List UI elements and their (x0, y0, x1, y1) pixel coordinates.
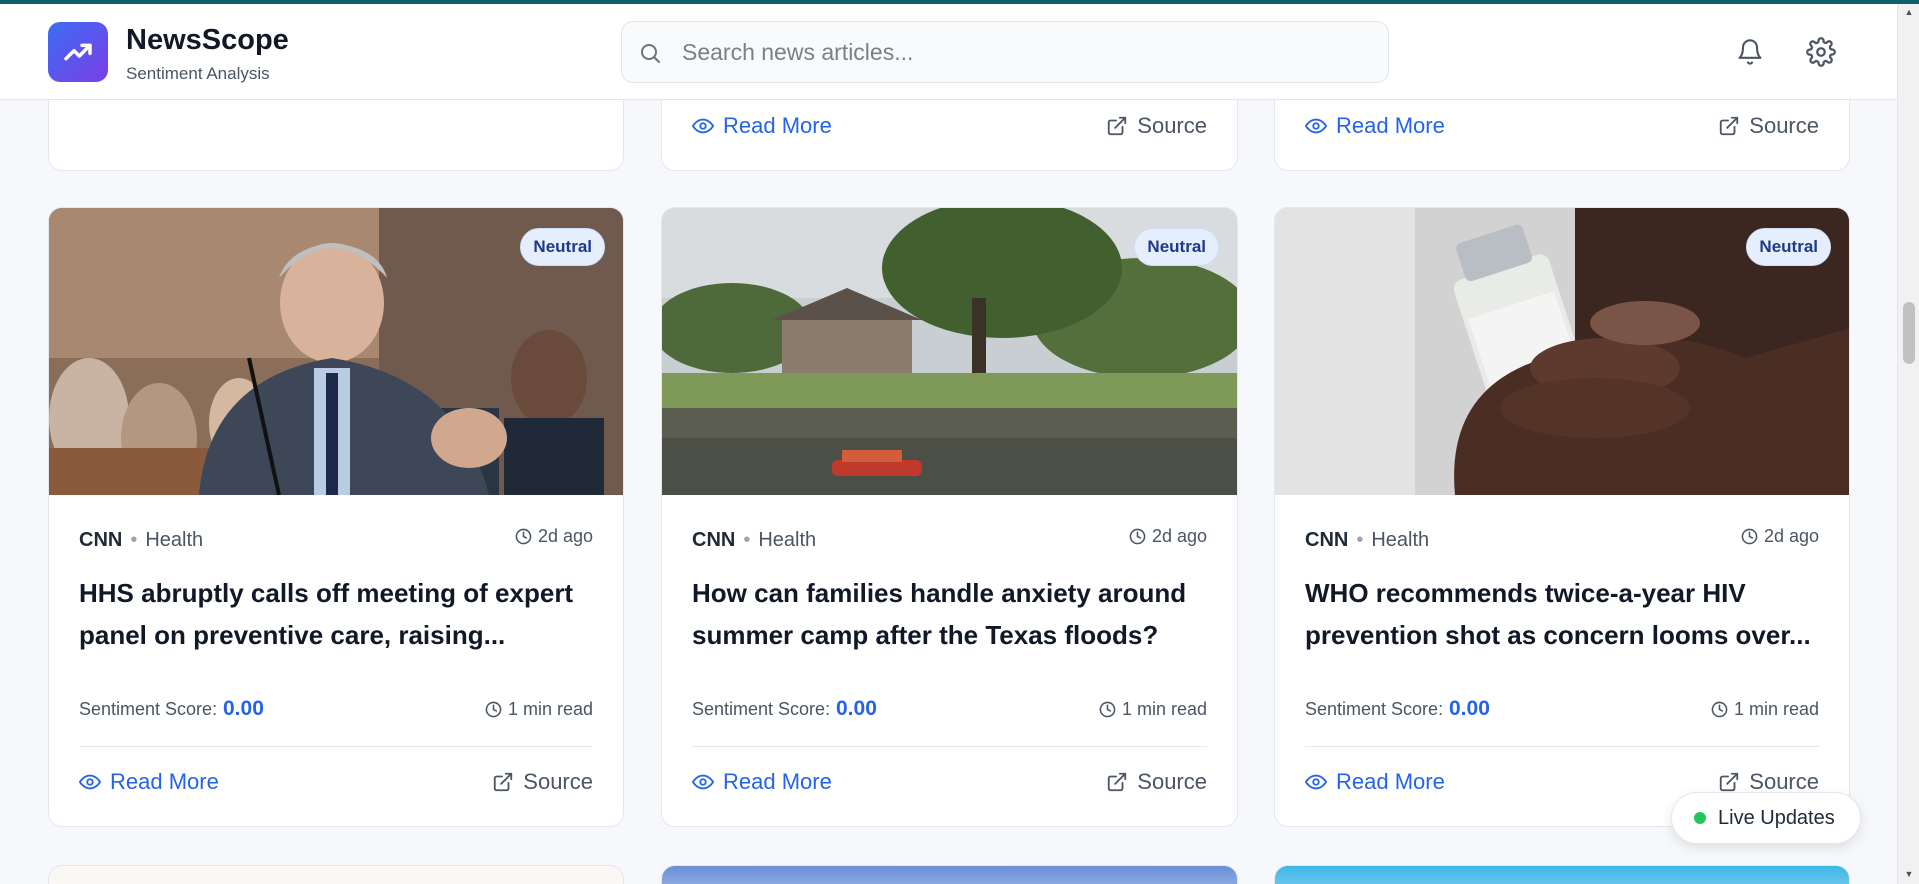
meta-separator: • (1356, 529, 1364, 551)
live-updates-label: Live Updates (1718, 806, 1835, 829)
article-meta: CNN • Health (692, 529, 816, 552)
card-divider (1305, 746, 1819, 747)
app-subtitle: Sentiment Analysis (126, 64, 270, 83)
sentiment-score-label: Sentiment Score: (79, 699, 218, 719)
sentiment-score-label: Sentiment Score: (1305, 699, 1444, 719)
article-card-partial[interactable] (661, 865, 1238, 884)
app-name: NewsScope (126, 24, 289, 56)
article-card[interactable]: Neutral CNN • Health 2d ago How can famili… (661, 207, 1238, 827)
sentiment-badge: Neutral (1134, 228, 1219, 266)
sentiment-badge: Neutral (520, 228, 605, 266)
source-label: Source (1137, 769, 1207, 794)
article-time: 2d ago (1129, 526, 1207, 547)
source-link[interactable]: Source (1106, 113, 1207, 139)
article-source: CNN (692, 529, 736, 551)
meta-separator: • (743, 529, 751, 551)
article-meta: CNN • Health (79, 529, 203, 552)
article-title[interactable]: WHO recommends twice-a-year HIV preventi… (1305, 572, 1825, 656)
search-icon (641, 44, 660, 63)
settings-button[interactable] (1801, 32, 1841, 72)
sentiment-score-value: 0.00 (836, 697, 877, 720)
scroll-up-arrow[interactable]: ▲ (1898, 4, 1919, 20)
read-time-label: 1 min read (1733, 699, 1819, 719)
read-more-label: Read More (1336, 113, 1445, 138)
read-more-link[interactable]: Read More (79, 769, 219, 795)
read-more-label: Read More (110, 769, 219, 794)
eye-icon (692, 774, 714, 790)
source-label: Source (523, 769, 593, 794)
sentiment-score-value: 0.00 (1449, 697, 1490, 720)
sentiment-score-value: 0.00 (223, 697, 264, 720)
time-ago: 2d ago (1763, 526, 1819, 546)
source-label: Source (1137, 113, 1207, 138)
live-status-dot (1694, 812, 1706, 824)
article-source: CNN (1305, 529, 1349, 551)
source-label: Source (1749, 113, 1819, 138)
sentiment-badge: Neutral (1746, 228, 1831, 266)
eye-icon (692, 118, 714, 134)
source-link[interactable]: Source (492, 769, 593, 795)
article-title[interactable]: HHS abruptly calls off meeting of expert… (79, 572, 599, 656)
read-more-link[interactable]: Read More (692, 113, 832, 139)
clock-icon (485, 701, 502, 718)
clock-icon (1099, 701, 1116, 718)
gear-icon (1806, 37, 1836, 67)
time-ago: 2d ago (537, 526, 593, 546)
card-divider (692, 746, 1207, 747)
app-logo[interactable] (48, 22, 108, 82)
external-link-icon (1108, 116, 1127, 136)
read-time: 1 min read (1099, 699, 1207, 720)
source-link[interactable]: Source (1718, 113, 1819, 139)
app-header: NewsScope Sentiment Analysis (0, 4, 1897, 100)
external-link-icon (494, 772, 513, 792)
read-time: 1 min read (1711, 699, 1819, 720)
external-link-icon (1720, 116, 1739, 136)
eye-icon (1305, 118, 1327, 134)
external-link-icon (1108, 772, 1127, 792)
article-category: Health (145, 529, 204, 551)
card-divider (79, 746, 593, 747)
clock-icon (515, 528, 532, 545)
live-updates-button[interactable]: Live Updates (1671, 792, 1861, 844)
sentiment-score-label: Sentiment Score: (692, 699, 831, 719)
read-more-label: Read More (723, 113, 832, 138)
meta-separator: • (130, 529, 138, 551)
read-more-label: Read More (723, 769, 832, 794)
trending-up-icon (64, 43, 92, 61)
read-more-label: Read More (1336, 769, 1445, 794)
article-card-partial[interactable] (48, 865, 624, 884)
search-bar[interactable] (621, 21, 1389, 83)
read-more-link[interactable]: Read More (692, 769, 832, 795)
eye-icon (1305, 774, 1327, 790)
page-scrollbar[interactable]: ▲ ▼ (1897, 4, 1919, 884)
article-title[interactable]: How can families handle anxiety around s… (692, 572, 1212, 656)
read-time: 1 min read (485, 699, 593, 720)
clock-icon (1129, 528, 1146, 545)
read-time-label: 1 min read (507, 699, 593, 719)
scroll-thumb[interactable] (1903, 302, 1915, 364)
article-card[interactable]: Neutral CNN • Health 2d ago HHS abruptly c… (48, 207, 624, 827)
source-link[interactable]: Source (1106, 769, 1207, 795)
article-card-partial[interactable] (1274, 865, 1850, 884)
article-source: CNN (79, 529, 123, 551)
read-more-link[interactable]: Read More (1305, 769, 1445, 795)
clock-icon (1711, 701, 1728, 718)
external-link-icon (1720, 772, 1739, 792)
search-input[interactable] (682, 32, 1372, 72)
time-ago: 2d ago (1151, 526, 1207, 546)
clock-icon (1741, 528, 1758, 545)
article-category: Health (1371, 529, 1430, 551)
article-card[interactable]: Neutral CNN • Health 2d ago WHO recommends… (1274, 207, 1850, 827)
notifications-button[interactable] (1730, 32, 1770, 72)
article-time: 2d ago (515, 526, 593, 547)
bell-icon (1738, 39, 1762, 65)
scroll-down-arrow[interactable]: ▼ (1898, 866, 1919, 882)
article-time: 2d ago (1741, 526, 1819, 547)
read-more-link[interactable]: Read More (1305, 113, 1445, 139)
eye-icon (79, 774, 101, 790)
article-meta: CNN • Health (1305, 529, 1429, 552)
read-time-label: 1 min read (1121, 699, 1207, 719)
article-category: Health (758, 529, 817, 551)
